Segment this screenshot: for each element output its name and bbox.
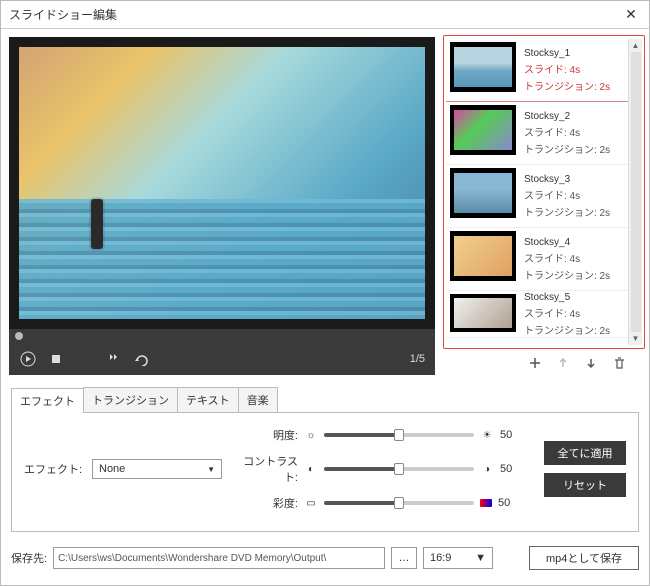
slide-name: Stocksy_1 xyxy=(524,48,610,59)
contrast-high-icon: ◑ xyxy=(480,462,494,476)
slide-duration: スライド: 4s xyxy=(524,187,610,202)
slide-duration: スライド: 4s xyxy=(524,305,610,320)
sliders: 明度: ☼ ☀ 50 コントラスト: ◐ ◑ 50 彩度: xyxy=(240,427,522,511)
stop-button[interactable] xyxy=(47,350,65,368)
saturation-slider[interactable] xyxy=(324,501,474,505)
delete-button[interactable] xyxy=(611,355,627,371)
scroll-up-icon[interactable]: ▲ xyxy=(632,39,640,52)
slide-list-highlight: Stocksy_1 スライド: 4s トランジション: 2s Stocksy_2… xyxy=(443,35,645,349)
rotate-left-icon[interactable] xyxy=(105,350,123,368)
slide-meta: Stocksy_2 スライド: 4s トランジション: 2s xyxy=(524,105,610,161)
slide-list: Stocksy_1 スライド: 4s トランジション: 2s Stocksy_2… xyxy=(446,39,628,345)
titlebar: スライドショー編集 ✕ xyxy=(1,1,649,29)
slide-transition: トランジション: 2s xyxy=(524,204,610,219)
tab-body: エフェクト: None ▼ 明度: ☼ ☀ 50 コントラスト: ◐ xyxy=(11,413,639,532)
slide-item[interactable]: Stocksy_4 スライド: 4s トランジション: 2s xyxy=(446,228,628,291)
saturation-high-icon xyxy=(480,499,492,507)
reset-button[interactable]: リセット xyxy=(544,473,626,497)
window: スライドショー編集 ✕ xyxy=(0,0,650,586)
bottom-bar: 保存先: C:\Users\ws\Documents\Wondershare D… xyxy=(1,538,649,578)
browse-button[interactable]: … xyxy=(391,547,417,569)
save-mp4-button[interactable]: mp4として保存 xyxy=(529,546,639,570)
slide-meta: Stocksy_3 スライド: 4s トランジション: 2s xyxy=(524,168,610,224)
slide-thumbnail xyxy=(450,42,516,92)
slide-panel: Stocksy_1 スライド: 4s トランジション: 2s Stocksy_2… xyxy=(443,29,649,381)
brightness-value: 50 xyxy=(500,429,520,441)
slide-meta: Stocksy_4 スライド: 4s トランジション: 2s xyxy=(524,231,610,287)
saturation-value: 50 xyxy=(498,497,518,509)
contrast-slider[interactable] xyxy=(324,467,474,471)
effect-buttons: 全てに適用 リセット xyxy=(544,441,626,497)
window-title: スライドショー編集 xyxy=(9,6,621,23)
slide-meta: Stocksy_1 スライド: 4s トランジション: 2s xyxy=(524,42,610,98)
slide-thumbnail xyxy=(450,168,516,218)
close-icon[interactable]: ✕ xyxy=(621,5,641,25)
scrollbar[interactable]: ▲ ▼ xyxy=(628,39,642,345)
chevron-down-icon: ▼ xyxy=(207,465,215,474)
effect-dropdown[interactable]: None ▼ xyxy=(92,459,222,479)
apply-all-button[interactable]: 全てに適用 xyxy=(544,441,626,465)
saturation-low-icon: ▭ xyxy=(304,496,318,510)
slide-name: Stocksy_2 xyxy=(524,111,610,122)
slide-thumbnail xyxy=(450,231,516,281)
aspect-ratio-value: 16:9 xyxy=(430,552,451,564)
slide-item[interactable]: Stocksy_2 スライド: 4s トランジション: 2s xyxy=(446,102,628,165)
scrubber[interactable] xyxy=(9,329,435,343)
slide-thumbnail xyxy=(450,105,516,155)
preview-viewport xyxy=(9,37,435,329)
rotate-right-icon[interactable] xyxy=(133,350,151,368)
brightness-low-icon: ☼ xyxy=(304,428,318,442)
effect-value: None xyxy=(99,463,125,475)
tab-music[interactable]: 音楽 xyxy=(238,387,278,412)
slide-name: Stocksy_4 xyxy=(524,237,610,248)
slide-item[interactable]: Stocksy_3 スライド: 4s トランジション: 2s xyxy=(446,165,628,228)
contrast-label: コントラスト: xyxy=(240,453,298,485)
chevron-down-icon: ▼ xyxy=(475,552,486,564)
aspect-ratio-dropdown[interactable]: 16:9 ▼ xyxy=(423,547,493,569)
slide-duration: スライド: 4s xyxy=(524,250,610,265)
add-slide-button[interactable] xyxy=(527,355,543,371)
brightness-high-icon: ☀ xyxy=(480,428,494,442)
move-down-button[interactable] xyxy=(583,355,599,371)
slide-transition: トランジション: 2s xyxy=(524,141,610,156)
slide-transition: トランジション: 2s xyxy=(524,322,610,337)
slide-name: Stocksy_5 xyxy=(524,292,610,303)
brightness-slider[interactable] xyxy=(324,433,474,437)
contrast-row: コントラスト: ◐ ◑ 50 xyxy=(240,453,522,485)
effect-label: エフェクト: xyxy=(24,461,84,477)
tab-transition[interactable]: トランジション xyxy=(83,387,178,412)
slide-meta: Stocksy_5 スライド: 4s トランジション: 2s xyxy=(524,294,610,334)
scroll-down-icon[interactable]: ▼ xyxy=(632,332,640,345)
slide-duration: スライド: 4s xyxy=(524,124,610,139)
player-controls: 1/5 xyxy=(9,343,435,375)
tabs: エフェクト トランジション テキスト 音楽 xyxy=(11,387,639,413)
move-up-button[interactable] xyxy=(555,355,571,371)
slide-counter: 1/5 xyxy=(410,353,425,365)
slide-transition: トランジション: 2s xyxy=(524,267,610,282)
slide-transition: トランジション: 2s xyxy=(524,78,610,93)
slide-duration: スライド: 4s xyxy=(524,61,610,76)
play-button[interactable] xyxy=(19,350,37,368)
contrast-value: 50 xyxy=(500,463,520,475)
slide-item[interactable]: Stocksy_5 スライド: 4s トランジション: 2s xyxy=(446,291,628,338)
saturation-row: 彩度: ▭ 50 xyxy=(240,495,522,511)
upper-area: 1/5 Stocksy_1 スライド: 4s トランジション: 2s xyxy=(1,29,649,381)
preview-image xyxy=(19,47,425,319)
brightness-label: 明度: xyxy=(240,427,298,443)
contrast-low-icon: ◐ xyxy=(304,462,318,476)
slide-thumbnail xyxy=(450,294,516,332)
slide-name: Stocksy_3 xyxy=(524,174,610,185)
slide-actions xyxy=(443,349,645,375)
slide-item[interactable]: Stocksy_1 スライド: 4s トランジション: 2s xyxy=(446,39,628,102)
brightness-row: 明度: ☼ ☀ 50 xyxy=(240,427,522,443)
output-path-input[interactable]: C:\Users\ws\Documents\Wondershare DVD Me… xyxy=(53,547,385,569)
tab-effect[interactable]: エフェクト xyxy=(11,388,84,413)
effect-row: エフェクト: None ▼ 明度: ☼ ☀ 50 コントラスト: ◐ xyxy=(24,427,626,511)
tab-text[interactable]: テキスト xyxy=(177,387,239,412)
saturation-label: 彩度: xyxy=(240,495,298,511)
dest-label: 保存先: xyxy=(11,550,47,566)
tab-section: エフェクト トランジション テキスト 音楽 エフェクト: None ▼ 明度: … xyxy=(1,381,649,538)
preview-area: 1/5 xyxy=(1,29,443,381)
